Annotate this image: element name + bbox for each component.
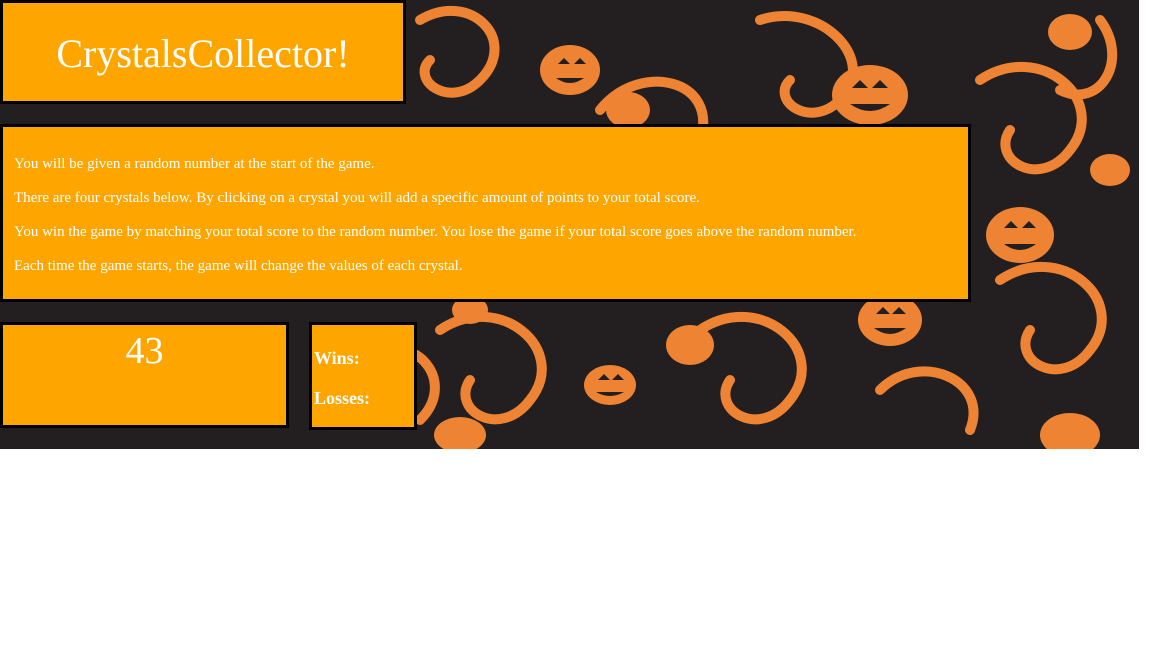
losses-label: Losses: (314, 388, 371, 408)
wins-row: Wins: (314, 348, 360, 368)
instruction-line: Each time the game starts, the game will… (14, 258, 463, 274)
game-title: CrystalsCollector! (56, 31, 350, 76)
instruction-line: There are four crystals below. By clicki… (14, 190, 700, 206)
title-panel: CrystalsCollector! (0, 0, 406, 104)
random-number: 43 (125, 330, 164, 372)
instructions-panel: You will be given a random number at the… (0, 124, 971, 302)
instruction-line: You win the game by matching your total … (14, 224, 857, 240)
scoreboard-panel: Wins: Losses: (309, 322, 417, 430)
wins-label: Wins: (314, 348, 360, 368)
random-number-panel: 43 (0, 322, 289, 428)
losses-row: Losses: (314, 388, 370, 408)
instruction-line: You will be given a random number at the… (14, 156, 375, 172)
